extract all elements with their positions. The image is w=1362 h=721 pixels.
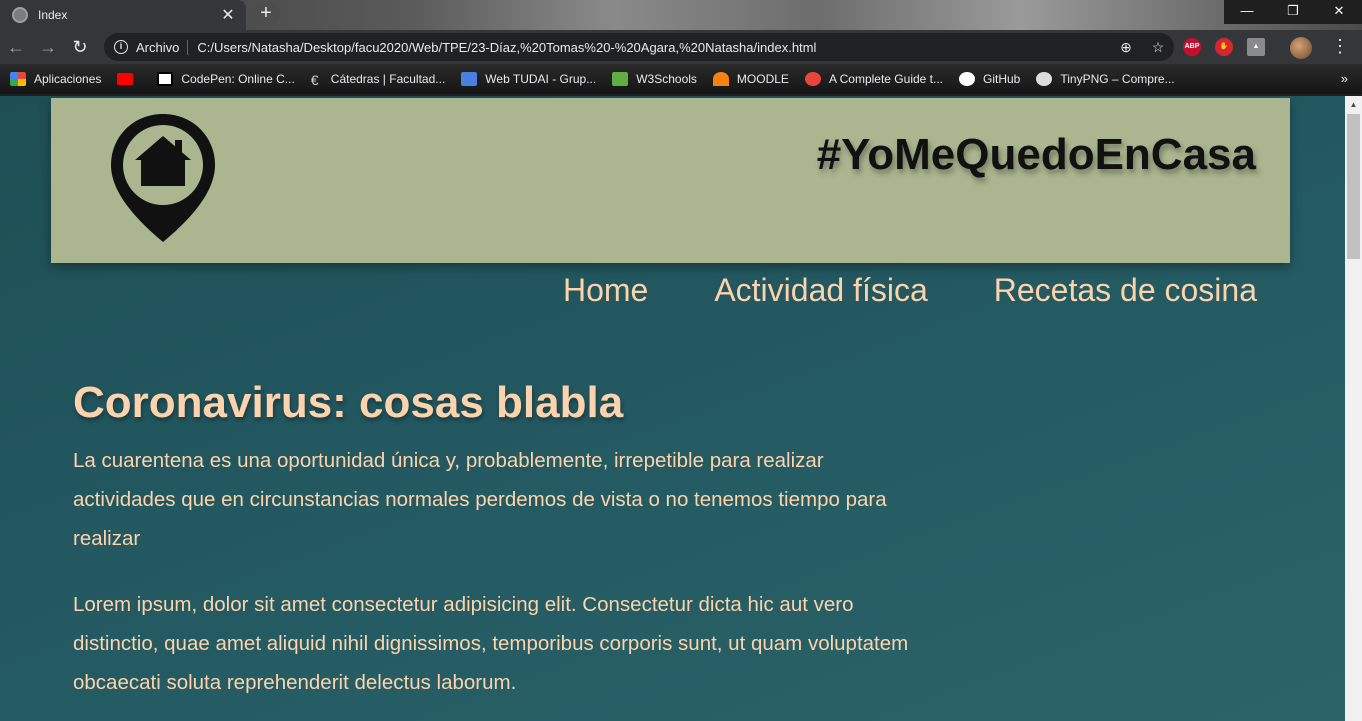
page-heading: Coronavirus: cosas blabla bbox=[73, 378, 624, 427]
window-close-button[interactable]: ✕ bbox=[1316, 0, 1362, 24]
window-restore-button[interactable]: ❐ bbox=[1270, 0, 1316, 24]
bookmark-youtube[interactable] bbox=[117, 73, 141, 85]
scroll-up-arrow-icon[interactable]: ▲ bbox=[1345, 96, 1362, 113]
back-button[interactable]: ← bbox=[0, 31, 32, 63]
nav-link-actividad-fisica[interactable]: Actividad física bbox=[714, 272, 927, 309]
home-location-pin-icon bbox=[111, 114, 215, 242]
browser-toolbar: ← → ↻ i Archivo C:/Users/Natasha/Desktop… bbox=[0, 30, 1362, 64]
info-icon[interactable]: i bbox=[114, 40, 128, 54]
vertical-scrollbar[interactable]: ▲ bbox=[1345, 96, 1362, 721]
moodle-icon bbox=[712, 72, 729, 86]
bookmark-w3schools[interactable]: W3Schools bbox=[612, 72, 697, 86]
window-minimize-button[interactable]: — bbox=[1224, 0, 1270, 24]
bookmark-label: A Complete Guide t... bbox=[828, 72, 943, 86]
title-bar: Index ✕ + — ❐ ✕ bbox=[0, 0, 1362, 30]
css-tricks-icon bbox=[804, 72, 821, 86]
bookmark-aplicaciones[interactable]: Aplicaciones bbox=[10, 72, 101, 86]
youtube-icon bbox=[117, 73, 134, 85]
bookmark-catedras[interactable]: € Cátedras | Facultad... bbox=[310, 72, 446, 88]
lorem-paragraph: Lorem ipsum, dolor sit amet consectetur … bbox=[73, 593, 909, 694]
address-bar[interactable]: i Archivo C:/Users/Natasha/Desktop/facu2… bbox=[104, 33, 1174, 61]
bookmark-label: Aplicaciones bbox=[34, 72, 102, 86]
nav-link-home[interactable]: Home bbox=[563, 272, 648, 309]
bookmark-label: Cátedras | Facultad... bbox=[330, 72, 446, 86]
browser-tab[interactable]: Index ✕ bbox=[0, 0, 246, 30]
bookmark-tinypng[interactable]: TinyPNG – Compre... bbox=[1036, 72, 1175, 86]
site-title: #YoMeQuedoEnCasa bbox=[816, 130, 1256, 179]
github-icon bbox=[959, 72, 975, 86]
codepen-icon bbox=[157, 72, 174, 86]
catedras-icon: € bbox=[310, 72, 319, 88]
bookmark-label: MOODLE bbox=[736, 72, 789, 86]
bookmark-codepen[interactable]: CodePen: Online C... bbox=[157, 72, 295, 86]
bookmark-star-icon[interactable]: ☆ bbox=[1142, 39, 1174, 56]
adblock-extension-icon[interactable]: ABP bbox=[1183, 38, 1201, 56]
forward-button[interactable]: → bbox=[32, 31, 64, 63]
zoom-icon[interactable]: ⊕ bbox=[1110, 39, 1142, 56]
bookmark-css-tricks[interactable]: A Complete Guide t... bbox=[804, 72, 943, 86]
bookmarks-bar: Aplicaciones CodePen: Online C... € Cáte… bbox=[0, 64, 1362, 94]
bookmark-moodle[interactable]: MOODLE bbox=[712, 72, 789, 86]
w3schools-icon bbox=[612, 72, 629, 86]
drive-extension-icon[interactable]: ▲ bbox=[1247, 38, 1265, 56]
profile-avatar[interactable] bbox=[1290, 37, 1312, 59]
tab-title: Index bbox=[38, 8, 68, 22]
tab-close-icon[interactable]: ✕ bbox=[216, 5, 240, 25]
nav-link-recetas[interactable]: Recetas de cosina bbox=[994, 272, 1257, 309]
hand-extension-icon[interactable]: ✋ bbox=[1215, 38, 1233, 56]
site-scheme-label: Archivo bbox=[136, 39, 189, 55]
bookmark-github[interactable]: GitHub bbox=[959, 72, 1020, 86]
more-bookmarks-icon[interactable]: » bbox=[1341, 71, 1348, 86]
bookmark-label: TinyPNG – Compre... bbox=[1060, 72, 1175, 86]
url-text[interactable]: C:/Users/Natasha/Desktop/facu2020/Web/TP… bbox=[197, 40, 1110, 55]
main-nav: Home Actividad física Recetas de cosina bbox=[563, 272, 1257, 309]
bookmark-label: W3Schools bbox=[636, 72, 697, 86]
browser-menu-icon[interactable]: ⋮ bbox=[1330, 36, 1350, 57]
new-tab-button[interactable]: + bbox=[252, 1, 280, 27]
apps-grid-icon bbox=[10, 72, 26, 86]
intro-paragraph: La cuarentena es una oportunidad única y… bbox=[73, 449, 887, 550]
scroll-thumb[interactable] bbox=[1347, 114, 1360, 259]
bookmark-label: Web TUDAI - Grup... bbox=[485, 72, 597, 86]
bookmark-label: GitHub bbox=[983, 72, 1021, 86]
globe-icon bbox=[12, 7, 28, 23]
bookmark-web-tudai[interactable]: Web TUDAI - Grup... bbox=[461, 72, 596, 86]
groups-icon bbox=[461, 72, 478, 86]
bookmark-label: CodePen: Online C... bbox=[181, 72, 295, 86]
tinypng-icon bbox=[1036, 72, 1053, 86]
page-viewport: #YoMeQuedoEnCasa Home Actividad física R… bbox=[0, 96, 1345, 721]
site-header: #YoMeQuedoEnCasa bbox=[51, 98, 1290, 263]
reload-button[interactable]: ↻ bbox=[64, 31, 96, 63]
